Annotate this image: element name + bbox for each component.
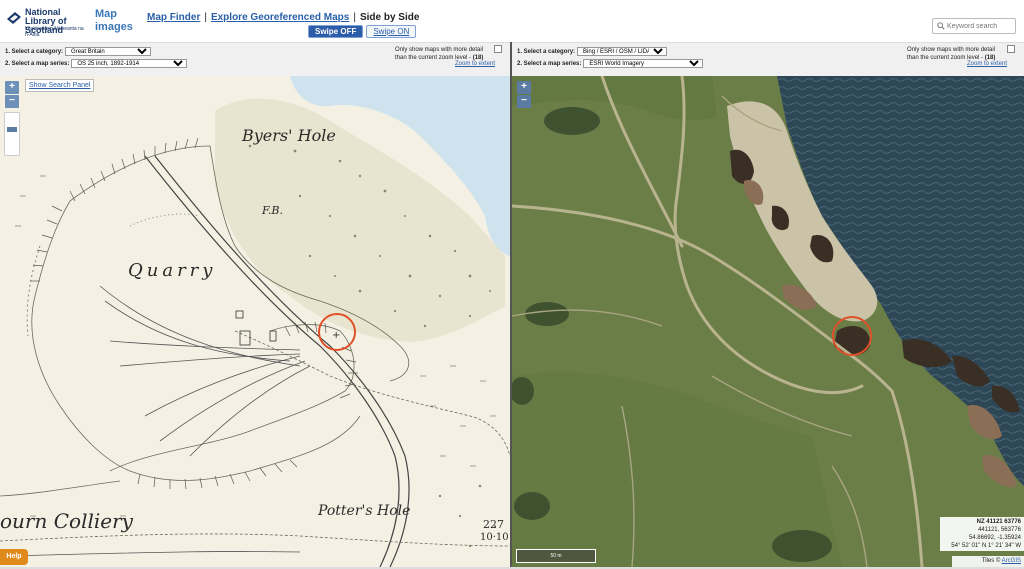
app-name[interactable]: Map images (95, 8, 135, 34)
header: National Library of Scotland Leabharlann… (0, 0, 1024, 42)
left-zoom-to-extent-link[interactable]: Zoom to extent (455, 61, 495, 67)
right-category-select[interactable]: Bing / ESRI / OSM / LIDAR (577, 47, 668, 56)
right-series-select[interactable]: ESRI World Imagery (583, 59, 704, 68)
nls-logo[interactable]: National Library of Scotland Leabharlann… (6, 6, 86, 38)
left-zoom-control: + − (5, 81, 19, 109)
coords-grid-ref: NZ 41121 63776 (976, 519, 1021, 525)
map-label-parcel-area: 10·10 (480, 532, 509, 543)
nav-separator: | (204, 12, 207, 23)
left-detail-note-line1: Only show maps with more detail (395, 47, 484, 53)
map-label-fb: F.B. (262, 204, 283, 217)
left-detail-note: Only show maps with more detail than the… (395, 46, 495, 62)
right-zoom-to-extent-link[interactable]: Zoom to extent (967, 61, 1007, 67)
right-detail-note-line1: Only show maps with more detail (907, 47, 996, 53)
nls-logo-mark-icon (7, 12, 21, 24)
help-button[interactable]: Help (0, 549, 28, 565)
svg-text:+: + (332, 330, 340, 341)
left-zoom-in-button[interactable]: + (5, 81, 19, 94)
coords-latlon-decimal: 54.86692, -1.35924 (968, 535, 1021, 541)
right-zoom-out-button[interactable]: − (517, 95, 531, 108)
app-root: National Library of Scotland Leabharlann… (0, 0, 1024, 569)
map-label-quarry: Quarry (128, 260, 217, 281)
map-label-potters-hole: Potter's Hole (318, 503, 411, 519)
scale-bar: 50 m (516, 549, 596, 563)
left-detail-checkbox[interactable] (494, 45, 502, 53)
nav-separator: | (353, 12, 356, 23)
map-label-colliery: ourn Colliery (0, 509, 133, 533)
map-label-byers-hole: Byers' Hole (242, 126, 336, 145)
right-series-row: 2. Select a map series: ESRI World Image… (517, 59, 704, 68)
left-zoom-out-button[interactable]: − (5, 95, 19, 108)
keyword-search-box (932, 18, 1016, 34)
nav-map-finder[interactable]: Map Finder (147, 12, 200, 23)
opacity-slider[interactable] (4, 112, 20, 156)
historic-map-pane[interactable]: + Byers' Hole F.B. Quarry ourn Colliery … (0, 76, 510, 567)
right-zoom-in-button[interactable]: + (517, 81, 531, 94)
left-series-label: 2. Select a map series: (5, 60, 70, 67)
logo-subtitle: Leabharlann Nàiseanta na h-Alba (25, 26, 84, 38)
coords-latlon-dms: 54° 52' 01" N 1° 21' 34" W (951, 543, 1021, 549)
show-search-panel-button[interactable]: Show Search Panel (25, 79, 95, 92)
keyword-search-input[interactable] (947, 20, 1015, 32)
left-category-label: 1. Select a category: (5, 48, 64, 55)
right-category-label: 1. Select a category: (517, 48, 576, 55)
right-series-label: 2. Select a map series: (517, 60, 582, 67)
right-zoom-control: + − (517, 81, 531, 109)
map-label-parcel-number: 227 (483, 518, 504, 531)
top-navigation: Map Finder | Explore Georeferenced Maps | Si… (147, 12, 419, 23)
right-category-row: 1. Select a category: Bing / ESRI / OSM … (517, 47, 668, 56)
arcgis-link[interactable]: ArcGIS (1002, 558, 1021, 564)
opacity-slider-handle[interactable] (7, 127, 17, 132)
aerial-map-pane[interactable]: + − 50 m NZ 41121 63776 441121, 563776 5… (512, 76, 1024, 567)
swipe-toggle: Swipe OFF Swipe ON (308, 25, 417, 38)
nav-explore-georeferenced[interactable]: Explore Georeferenced Maps (211, 12, 349, 23)
pane-divider (510, 42, 512, 569)
coords-easting-northing: 441121, 563776 (978, 527, 1021, 533)
coordinate-readout: NZ 41121 63776 441121, 563776 54.86692, … (940, 517, 1024, 551)
left-series-row: 2. Select a map series: OS 25 inch, 1892… (5, 59, 188, 68)
right-detail-note: Only show maps with more detail than the… (907, 46, 1007, 62)
tiles-attribution-label: Tiles © (981, 558, 1002, 564)
aerial-imagery-graphic (512, 76, 1024, 567)
left-controls: 1. Select a category: Great Britain 2. S… (0, 42, 510, 76)
search-icon (937, 22, 945, 30)
left-category-select[interactable]: Great Britain (65, 47, 152, 56)
right-controls: 1. Select a category: Bing / ESRI / OSM … (512, 42, 1024, 76)
swipe-off-button[interactable]: Swipe OFF (308, 25, 364, 38)
left-category-row: 1. Select a category: Great Britain (5, 47, 152, 56)
historic-map-graphic: + (0, 76, 510, 567)
nav-side-by-side: Side by Side (359, 12, 420, 23)
right-detail-checkbox[interactable] (1007, 45, 1015, 53)
left-series-select[interactable]: OS 25 inch, 1892-1914 (71, 59, 188, 68)
tiles-attribution: Tiles © ArcGIS (952, 556, 1024, 567)
swipe-on-button[interactable]: Swipe ON (366, 25, 417, 38)
